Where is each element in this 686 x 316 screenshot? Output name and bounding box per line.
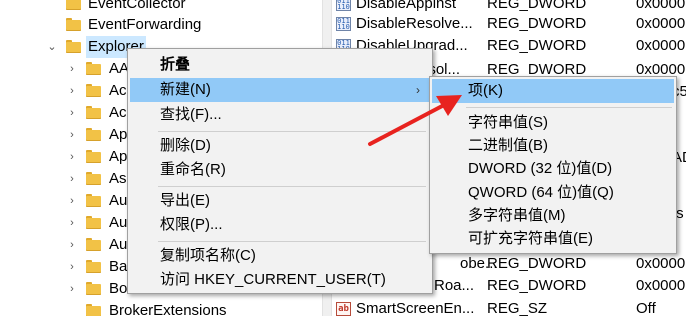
submenu-item-qword-value[interactable]: QWORD (64 位)值(Q) <box>432 181 674 205</box>
reg-binary-icon: 011110 <box>336 17 351 31</box>
menu-item-collapse[interactable]: 折叠 <box>130 53 430 77</box>
folder-icon <box>86 194 101 207</box>
value-type: REG_DWORD <box>487 255 587 272</box>
tree-item-label: AA <box>109 60 130 77</box>
menu-item-label: 删除(D) <box>160 137 211 154</box>
tree-item-label: EventForwarding <box>88 16 202 33</box>
chevron-right-icon[interactable]: › <box>66 80 78 102</box>
menu-separator <box>158 131 426 132</box>
menu-separator <box>158 186 426 187</box>
tree-item-label: Ba <box>109 258 128 275</box>
tree-item-label: Ap <box>109 126 128 143</box>
submenu-item-dword-value[interactable]: DWORD (32 位)值(D) <box>432 157 674 181</box>
chevron-right-icon[interactable]: › <box>66 124 78 146</box>
menu-item-label: QWORD (64 位)值(Q) <box>468 184 614 201</box>
menu-item-label: 字符串值(S) <box>468 114 548 131</box>
menu-separator <box>158 241 426 242</box>
menu-item-label: 访问 HKEY_CURRENT_USER(T) <box>160 271 386 288</box>
value-data: 0x0000 <box>636 37 686 54</box>
folder-icon <box>86 216 101 229</box>
folder-icon <box>86 128 101 141</box>
folder-icon <box>86 260 101 273</box>
folder-icon <box>86 238 101 251</box>
tree-item-label: Au <box>109 192 128 209</box>
value-name: SmartScreenEn... <box>356 300 475 316</box>
folder-icon <box>86 282 101 295</box>
menu-item-label: 多字符串值(M) <box>468 207 566 224</box>
menu-item-label: 重命名(R) <box>160 161 226 178</box>
reg-string-icon: ab <box>336 302 351 316</box>
submenu-item-binary-value[interactable]: 二进制值(B) <box>432 134 674 158</box>
chevron-right-icon[interactable]: › <box>66 256 78 278</box>
tree-item-label: Ap <box>109 148 128 165</box>
tree-item-label: Ac <box>109 82 127 99</box>
chevron-right-icon: › <box>416 83 420 97</box>
value-data: Off <box>636 300 656 316</box>
menu-item-label: 查找(F)... <box>160 106 222 123</box>
value-row[interactable]: 011 110 DisableResolve... REG_DWORD 0x000… <box>332 13 686 35</box>
submenu-item-multi-string-value[interactable]: 多字符串值(M) <box>432 204 674 228</box>
value-row[interactable]: ab SmartScreenEn... REG_SZ Off <box>332 298 686 316</box>
submenu-item-key[interactable]: 项(K) <box>432 79 674 103</box>
menu-item-find[interactable]: 查找(F)... <box>130 103 430 127</box>
menu-item-label: 可扩充字符串值(E) <box>468 230 593 247</box>
menu-item-label: 新建(N) <box>160 81 211 98</box>
menu-item-copy-key-name[interactable]: 复制项名称(C) <box>130 244 430 268</box>
menu-item-goto-hkcu[interactable]: 访问 HKEY_CURRENT_USER(T) <box>130 268 430 292</box>
menu-item-label: 项(K) <box>468 82 503 99</box>
chevron-down-icon[interactable]: ⌄ <box>46 36 58 58</box>
menu-item-rename[interactable]: 重命名(R) <box>130 158 430 182</box>
chevron-right-icon[interactable]: › <box>66 278 78 300</box>
submenu-item-string-value[interactable]: 字符串值(S) <box>432 111 674 135</box>
value-type: REG_DWORD <box>487 277 587 294</box>
folder-icon <box>86 150 101 163</box>
value-name: DisableResolve... <box>356 15 473 32</box>
folder-icon <box>86 62 101 75</box>
chevron-right-icon[interactable]: › <box>66 102 78 124</box>
folder-icon <box>66 40 81 53</box>
chevron-right-icon[interactable]: › <box>66 212 78 234</box>
tree-item-label: As <box>109 170 127 187</box>
menu-item-label: 权限(P)... <box>160 216 223 233</box>
tree-item-label: BrokerExtensions <box>109 302 227 316</box>
menu-item-label: 导出(E) <box>160 192 210 209</box>
menu-item-new[interactable]: 新建(N) › <box>130 78 430 102</box>
value-type: REG_SZ <box>487 300 548 316</box>
reg-binary-icon: 011110 <box>336 0 351 11</box>
value-data: 0x0000 <box>636 15 686 32</box>
chevron-right-icon[interactable]: › <box>66 190 78 212</box>
tree-item-label: Ac <box>109 104 127 121</box>
folder-icon <box>66 18 81 31</box>
new-submenu: 项(K) 字符串值(S) 二进制值(B) DWORD (32 位)值(D) QW… <box>429 76 677 254</box>
value-data: 0x0000 <box>636 255 686 272</box>
chevron-right-icon[interactable]: › <box>66 146 78 168</box>
tree-item-label: Au <box>109 236 128 253</box>
value-name: Roa... <box>434 277 475 294</box>
menu-item-label: 复制项名称(C) <box>160 247 256 264</box>
chevron-right-icon[interactable]: › <box>66 58 78 80</box>
menu-item-permissions[interactable]: 权限(P)... <box>130 213 430 237</box>
submenu-item-expandable-string-value[interactable]: 可扩充字符串值(E) <box>432 227 674 251</box>
value-data: 0x0000 <box>636 277 686 294</box>
folder-icon <box>86 106 101 119</box>
chevron-right-icon[interactable]: › <box>66 234 78 256</box>
menu-item-delete[interactable]: 删除(D) <box>130 134 430 158</box>
value-type: REG_DWORD <box>487 15 587 32</box>
menu-separator <box>466 107 672 108</box>
context-menu: 折叠 新建(N) › 查找(F)... 删除(D) 重命名(R) 导出(E) 权… <box>127 48 433 294</box>
menu-item-label: 二进制值(B) <box>468 137 548 154</box>
value-type: REG_DWORD <box>487 37 587 54</box>
menu-item-label: DWORD (32 位)值(D) <box>468 160 613 177</box>
chevron-right-icon[interactable]: › <box>66 168 78 190</box>
menu-item-export[interactable]: 导出(E) <box>130 189 430 213</box>
folder-icon <box>66 0 81 10</box>
tree-item-label: EventCollector <box>88 0 186 12</box>
folder-icon <box>86 172 101 185</box>
folder-icon <box>86 84 101 97</box>
folder-icon <box>86 304 101 316</box>
menu-item-label: 折叠 <box>160 56 191 73</box>
tree-item-label: Au <box>109 214 128 231</box>
